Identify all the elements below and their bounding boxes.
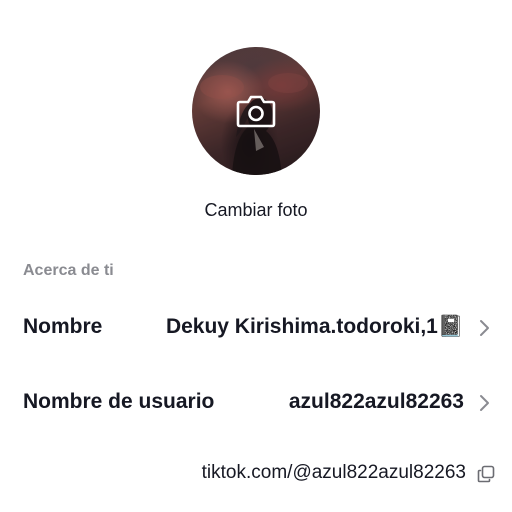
username-value: azul822azul82263 <box>288 390 464 413</box>
name-label: Nombre <box>23 315 103 338</box>
name-value: Dekuy Kirishima.todoroki,1📓 <box>165 315 464 338</box>
edit-profile-page: Cambiar foto Acerca de ti Nombre Dekuy K… <box>0 0 512 512</box>
chevron-right-icon <box>480 395 489 411</box>
profile-link-row[interactable]: tiktok.com/@azul822azul82263 <box>136 460 496 488</box>
profile-link[interactable]: tiktok.com/@azul822azul82263 <box>202 462 466 484</box>
profile-avatar[interactable] <box>192 47 320 175</box>
copy-icon[interactable] <box>476 464 496 484</box>
camera-icon <box>236 95 276 128</box>
change-photo-button[interactable]: Cambiar foto <box>0 200 512 221</box>
username-label: Nombre de usuario <box>23 390 215 413</box>
username-row[interactable]: Nombre de usuario azul822azul82263 <box>0 380 512 424</box>
name-row[interactable]: Nombre Dekuy Kirishima.todoroki,1📓 <box>0 305 512 349</box>
chevron-right-icon <box>480 320 489 336</box>
about-section-title: Acerca de ti <box>23 262 114 279</box>
